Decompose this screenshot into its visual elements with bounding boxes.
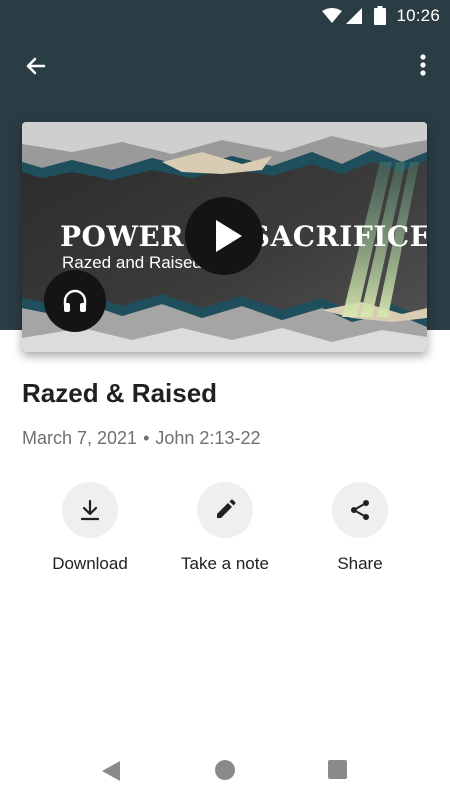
more-options-button[interactable] bbox=[407, 50, 439, 82]
banner-subtitle: Razed and Raised bbox=[62, 253, 202, 272]
more-vert-icon bbox=[420, 54, 426, 76]
share-label: Share bbox=[337, 554, 383, 573]
status-time: 10:26 bbox=[396, 6, 440, 25]
download-label: Download bbox=[52, 554, 128, 573]
take-note-label: Take a note bbox=[181, 554, 269, 573]
headphones-icon bbox=[63, 289, 87, 312]
scripture-reference: John 2:13-22 bbox=[155, 428, 261, 448]
share-circle bbox=[332, 482, 388, 538]
nav-recents-icon[interactable] bbox=[328, 760, 347, 779]
download-icon bbox=[80, 499, 100, 521]
share-button[interactable]: Share bbox=[295, 482, 425, 574]
nav-home-icon[interactable] bbox=[215, 760, 235, 780]
system-nav-bar bbox=[0, 742, 450, 800]
sermon-media-card[interactable]: POWER OF SACRIFICE Razed and Raised bbox=[22, 122, 427, 352]
wifi-icon bbox=[322, 8, 342, 23]
play-icon bbox=[216, 220, 242, 252]
meta-separator: • bbox=[143, 428, 150, 448]
take-note-circle bbox=[197, 482, 253, 538]
download-circle bbox=[62, 482, 118, 538]
take-note-button[interactable]: Take a note bbox=[160, 482, 290, 574]
download-button[interactable]: Download bbox=[25, 482, 155, 574]
back-button[interactable] bbox=[20, 50, 52, 82]
sermon-meta: March 7, 2021 • John 2:13-22 bbox=[22, 428, 260, 449]
status-bar: 10:26 bbox=[0, 0, 450, 32]
pencil-icon bbox=[217, 499, 236, 518]
battery-icon bbox=[374, 6, 386, 25]
arrow-back-icon bbox=[26, 57, 46, 75]
sermon-title: Razed & Raised bbox=[22, 378, 218, 408]
share-icon bbox=[351, 500, 369, 520]
play-audio-button[interactable] bbox=[44, 270, 106, 332]
sermon-date: March 7, 2021 bbox=[22, 428, 138, 448]
nav-back-icon[interactable] bbox=[101, 760, 121, 782]
play-video-button[interactable] bbox=[185, 197, 263, 275]
signal-icon bbox=[346, 8, 362, 24]
